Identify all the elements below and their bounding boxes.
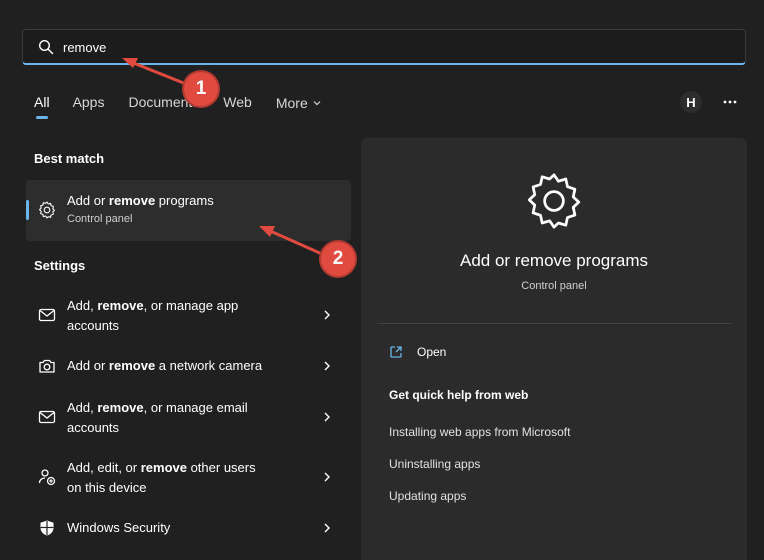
search-input[interactable]	[63, 37, 663, 57]
help-link-updating-apps[interactable]: Updating apps	[389, 489, 466, 503]
settings-result-title: Windows Security	[67, 520, 171, 535]
divider	[377, 323, 731, 324]
shield-icon	[40, 520, 54, 536]
settings-result-title: Add, remove, or manage email	[67, 400, 248, 415]
chevron-down-icon	[313, 101, 321, 106]
add-user-icon	[38, 469, 56, 486]
chevron-right-icon	[324, 310, 330, 320]
tab-all[interactable]: All	[34, 92, 50, 119]
chevron-right-icon	[324, 472, 330, 482]
detail-panel: Add or remove programs Control panel Ope…	[361, 138, 747, 560]
best-match-result[interactable]: Add or remove programs Control panel	[26, 180, 351, 241]
chevron-right-icon	[324, 412, 330, 422]
settings-result-title: Add or remove a network camera	[67, 358, 263, 373]
mail-icon	[38, 308, 56, 322]
selection-indicator	[26, 200, 29, 220]
settings-result-windows-security[interactable]: Windows Security	[26, 508, 351, 558]
filter-tabs: All Apps Documents Web More	[34, 92, 322, 119]
settings-result-title: Add, edit, or remove other users	[67, 460, 256, 475]
search-box[interactable]	[22, 29, 746, 65]
mail-icon	[38, 410, 56, 424]
search-icon	[38, 39, 54, 55]
settings-result-other-users[interactable]: Add, edit, or remove other users on this…	[26, 456, 351, 506]
gear-icon	[38, 201, 56, 219]
detail-title: Add or remove programs	[459, 251, 649, 270]
annotation-badge-2: 2	[321, 242, 355, 276]
gear-icon	[527, 173, 581, 229]
settings-heading: Settings	[34, 258, 86, 273]
more-options-icon[interactable]	[722, 94, 738, 110]
settings-result-network-camera[interactable]: Add or remove a network camera	[26, 346, 351, 396]
chevron-right-icon	[324, 523, 330, 533]
settings-result-title: Add, remove, or manage app	[67, 298, 239, 313]
open-action[interactable]: Open	[389, 345, 446, 359]
tab-web[interactable]: Web	[223, 92, 252, 114]
open-label: Open	[417, 345, 447, 359]
best-match-heading: Best match	[34, 151, 105, 166]
settings-result-title-line2: accounts	[67, 420, 120, 435]
quick-help-heading: Get quick help from web	[389, 388, 529, 402]
annotation-badge-1: 1	[184, 72, 218, 106]
help-link-installing-web-apps[interactable]: Installing web apps from Microsoft	[389, 425, 570, 439]
user-avatar[interactable]: H	[680, 91, 702, 113]
open-external-icon	[390, 346, 402, 358]
settings-result-title-line2: accounts	[67, 318, 120, 333]
tab-apps[interactable]: Apps	[73, 92, 105, 114]
settings-result-email-accounts[interactable]: Add, remove, or manage email accounts	[26, 396, 351, 446]
tab-more[interactable]: More	[276, 92, 322, 114]
help-link-uninstalling-apps[interactable]: Uninstalling apps	[389, 457, 480, 471]
settings-result-app-accounts[interactable]: Add, remove, or manage app accounts	[26, 294, 351, 344]
detail-subtitle: Control panel	[521, 280, 587, 292]
chevron-right-icon	[324, 361, 330, 371]
tab-more-label: More	[275, 95, 308, 111]
camera-icon	[39, 359, 55, 373]
best-match-subtitle: Control panel	[67, 213, 133, 225]
best-match-title: Add or remove programs	[67, 193, 214, 208]
settings-result-title-line2: on this device	[67, 480, 147, 495]
